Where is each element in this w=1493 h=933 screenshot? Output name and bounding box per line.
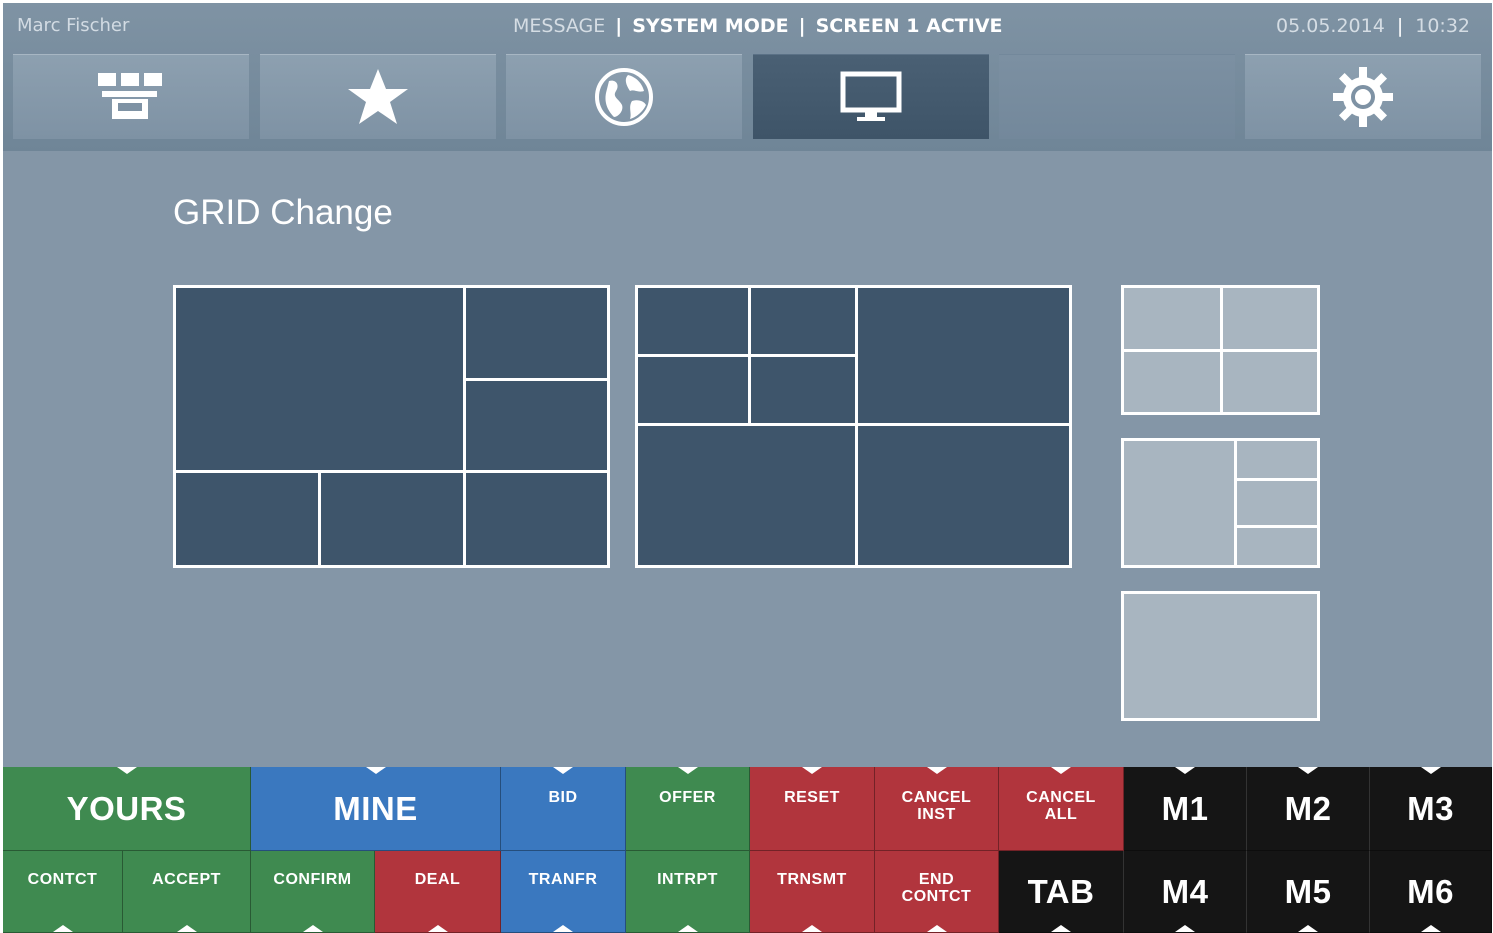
- key-label: M6: [1407, 872, 1454, 910]
- status-line: MESSAGE | SYSTEM MODE | SCREEN 1 ACTIVE: [513, 15, 1003, 37]
- tab-empty: [999, 54, 1235, 139]
- key-label: CANCEL INST: [901, 789, 972, 823]
- status-message: MESSAGE: [513, 15, 606, 37]
- grid-layout-option-2[interactable]: [635, 285, 1072, 568]
- time: 10:32: [1415, 15, 1470, 37]
- grid-line: [1237, 478, 1317, 481]
- grid-line: [1124, 349, 1317, 352]
- key-contct[interactable]: CONTCT: [3, 851, 123, 933]
- key-label: M4: [1161, 872, 1209, 910]
- key-m6[interactable]: M6: [1370, 851, 1492, 933]
- key-bid[interactable]: BID: [501, 767, 626, 851]
- user-name: Marc Fischer: [17, 15, 130, 36]
- grid-line: [463, 288, 466, 565]
- key-cancel-all[interactable]: CANCEL ALL: [999, 767, 1124, 851]
- key-label: CONTCT: [27, 871, 98, 888]
- page-title: GRID Change: [173, 193, 393, 232]
- key-tab[interactable]: TAB: [999, 851, 1124, 933]
- key-m4[interactable]: M4: [1124, 851, 1247, 933]
- gear-icon: [1333, 67, 1393, 127]
- grid-line: [176, 470, 607, 473]
- key-label: M1: [1161, 789, 1209, 827]
- key-label: TAB: [1027, 872, 1095, 910]
- key-label: DEAL: [414, 871, 461, 888]
- key-label: M5: [1284, 872, 1332, 910]
- grid-line: [638, 423, 1069, 426]
- divider: |: [615, 15, 623, 37]
- key-cancel-inst[interactable]: CANCEL INST: [875, 767, 999, 851]
- divider: |: [798, 15, 806, 37]
- key-label: CONFIRM: [273, 871, 352, 888]
- console-icon: [98, 73, 162, 119]
- date-time: 05.05.2014 | 10:32: [1276, 15, 1470, 37]
- key-label: M2: [1284, 789, 1332, 827]
- key-m1[interactable]: M1: [1124, 767, 1247, 851]
- tab-settings[interactable]: [1245, 54, 1481, 139]
- key-m5[interactable]: M5: [1247, 851, 1370, 933]
- key-trnsmt[interactable]: TRNSMT: [750, 851, 875, 933]
- key-label: YOURS: [66, 789, 187, 827]
- grid-line: [638, 354, 855, 357]
- key-label: TRNSMT: [777, 871, 847, 888]
- grid-line: [1237, 525, 1317, 528]
- key-label: TRANFR: [528, 871, 598, 888]
- key-label: INTRPT: [657, 871, 718, 888]
- key-tranfr[interactable]: TRANFR: [501, 851, 626, 933]
- grid-line: [318, 473, 321, 565]
- grid-thumb-1-plus-3[interactable]: [1121, 438, 1320, 568]
- grid-line: [1234, 441, 1237, 565]
- key-label: BID: [548, 789, 578, 806]
- function-key-panel: YOURS MINE BID OFFER RESET CANCEL INST CA…: [3, 767, 1492, 933]
- date: 05.05.2014: [1276, 15, 1385, 37]
- tab-console[interactable]: [13, 54, 249, 139]
- key-offer[interactable]: OFFER: [626, 767, 750, 851]
- key-label: M3: [1407, 789, 1454, 827]
- top-bar: Marc Fischer MESSAGE | SYSTEM MODE | SCREEN …: [3, 3, 1492, 151]
- key-label: CANCEL ALL: [1026, 789, 1096, 823]
- status-mode: SYSTEM MODE: [632, 15, 789, 37]
- grid-line: [855, 288, 858, 565]
- key-label: RESET: [784, 789, 840, 806]
- grid-thumb-2x2[interactable]: [1121, 285, 1320, 415]
- divider: |: [1396, 15, 1404, 37]
- key-confirm[interactable]: CONFIRM: [251, 851, 375, 933]
- touch-screen: Marc Fischer MESSAGE | SYSTEM MODE | SCREEN …: [3, 3, 1492, 933]
- key-reset[interactable]: RESET: [750, 767, 875, 851]
- grid-layout-option-1[interactable]: [173, 285, 610, 568]
- star-icon: [348, 69, 408, 124]
- tab-favorites[interactable]: [260, 54, 496, 139]
- key-accept[interactable]: ACCEPT: [123, 851, 251, 933]
- key-label: ACCEPT: [152, 871, 221, 888]
- key-yours[interactable]: YOURS: [3, 767, 251, 851]
- key-label: MINE: [333, 789, 418, 827]
- monitor-icon: [840, 71, 902, 121]
- globe-icon: [595, 68, 653, 126]
- key-mine[interactable]: MINE: [251, 767, 501, 851]
- key-label: OFFER: [659, 789, 716, 806]
- tab-globe[interactable]: [506, 54, 742, 139]
- grid-line: [466, 378, 607, 381]
- key-deal[interactable]: DEAL: [375, 851, 501, 933]
- key-m3[interactable]: M3: [1370, 767, 1492, 851]
- status-screen: SCREEN 1 ACTIVE: [815, 15, 1003, 37]
- key-m2[interactable]: M2: [1247, 767, 1370, 851]
- grid-thumb-single[interactable]: [1121, 591, 1320, 721]
- tab-screen[interactable]: [753, 54, 989, 139]
- key-intrpt[interactable]: INTRPT: [626, 851, 750, 933]
- key-end-contct[interactable]: END CONTCT: [875, 851, 999, 933]
- key-label: END CONTCT: [901, 871, 972, 905]
